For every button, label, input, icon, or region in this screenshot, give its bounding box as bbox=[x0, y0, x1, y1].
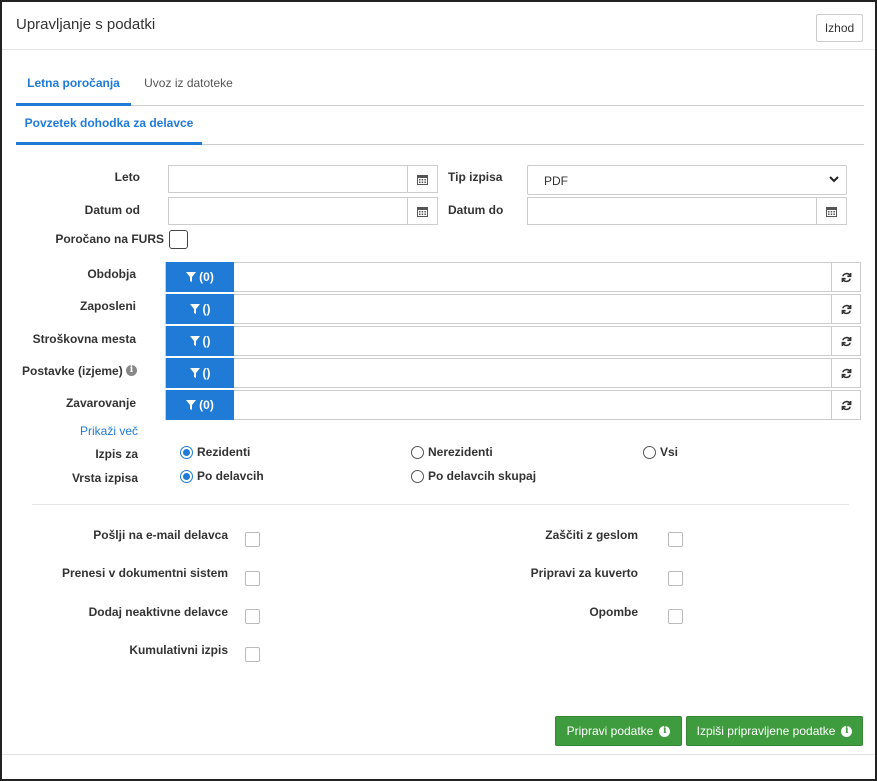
print-prepared-label: Izpiši pripravljene podatke bbox=[696, 724, 836, 738]
radio-all[interactable]: Vsi bbox=[643, 445, 678, 459]
filter-row-cost-centers: () bbox=[165, 326, 861, 356]
filter-icon bbox=[189, 368, 200, 378]
radio-non-residents[interactable]: Nerezidenti bbox=[411, 445, 493, 459]
app-window: Upravljanje s podatki Izhod Letna poroča… bbox=[0, 0, 877, 781]
prepare-data-button[interactable]: Pripravi podatke i bbox=[555, 716, 682, 746]
refresh-icon[interactable] bbox=[831, 359, 860, 387]
page-title: Upravljanje s podatki bbox=[16, 16, 156, 33]
print-for-label: Izpis za bbox=[95, 447, 138, 461]
cumulative-checkbox[interactable] bbox=[245, 647, 260, 662]
radio-per-employee-total[interactable]: Po delavcih skupaj bbox=[411, 469, 536, 483]
transfer-dms-label: Prenesi v dokumentni sistem bbox=[61, 566, 228, 580]
filter-count: (0) bbox=[199, 398, 214, 412]
filter-count: () bbox=[202, 366, 211, 380]
filter-count: () bbox=[202, 302, 211, 316]
tab-annual-reports[interactable]: Letna poročanja bbox=[16, 66, 131, 106]
info-icon: i bbox=[659, 725, 671, 737]
print-type-value: PDF bbox=[544, 174, 568, 188]
cumulative-label: Kumulativni izpis bbox=[129, 643, 228, 657]
divider bbox=[32, 504, 849, 505]
sub-tabs: Povzetek dohodka za delavce bbox=[16, 106, 864, 145]
refresh-icon[interactable] bbox=[831, 391, 860, 419]
filter-label: Postavke (izjeme) bbox=[22, 364, 123, 378]
tab-file-import[interactable]: Uvoz iz datoteke bbox=[131, 66, 246, 106]
filter-button[interactable]: () bbox=[166, 358, 234, 388]
radio-circle bbox=[411, 445, 424, 459]
radio-circle bbox=[411, 469, 424, 483]
password-checkbox[interactable] bbox=[668, 532, 683, 547]
radio-circle bbox=[180, 445, 193, 459]
radio-label: Po delavcih skupaj bbox=[428, 469, 537, 483]
calendar-icon[interactable] bbox=[816, 198, 846, 224]
filter-row-periods: (0) bbox=[165, 262, 861, 292]
filter-icon bbox=[189, 304, 200, 314]
date-to-label: Datum do bbox=[448, 203, 504, 217]
filter-row-insurance: (0) bbox=[165, 390, 861, 420]
filter-label: Stroškovna mesta bbox=[32, 332, 136, 346]
furs-label: Poročano na FURS bbox=[55, 232, 164, 246]
notes-checkbox[interactable] bbox=[668, 609, 683, 624]
tab-income-summary[interactable]: Povzetek dohodka za delavce bbox=[16, 106, 202, 145]
filter-icon bbox=[186, 400, 197, 410]
add-inactive-label: Dodaj neaktivne delavce bbox=[88, 605, 228, 619]
exit-button[interactable]: Izhod bbox=[816, 14, 863, 42]
filter-label: Zavarovanje bbox=[65, 396, 136, 410]
radio-circle bbox=[643, 445, 656, 459]
show-more-link[interactable]: Prikaži več bbox=[80, 424, 138, 438]
refresh-icon[interactable] bbox=[831, 295, 860, 323]
radio-label: Rezidenti bbox=[197, 445, 251, 459]
password-label: Zaščiti z geslom bbox=[545, 528, 638, 542]
date-to-field[interactable] bbox=[527, 197, 847, 225]
calendar-icon[interactable] bbox=[407, 166, 437, 192]
envelope-checkbox[interactable] bbox=[668, 571, 683, 586]
radio-label: Nerezidenti bbox=[428, 445, 493, 459]
footer-divider bbox=[2, 754, 875, 755]
filter-icon bbox=[189, 336, 200, 346]
date-from-field[interactable] bbox=[168, 197, 438, 225]
print-type-select[interactable]: PDF bbox=[527, 165, 847, 195]
furs-checkbox[interactable] bbox=[169, 230, 188, 249]
send-email-label: Pošlji na e-mail delavca bbox=[93, 528, 228, 542]
filter-label: Obdobja bbox=[87, 267, 136, 281]
calendar-icon[interactable] bbox=[407, 198, 437, 224]
filter-row-employees: () bbox=[165, 294, 861, 324]
filter-button[interactable]: () bbox=[166, 326, 234, 356]
radio-label: Po delavcih bbox=[197, 469, 264, 483]
print-prepared-button[interactable]: Izpiši pripravljene podatke i bbox=[686, 716, 863, 746]
info-icon: i bbox=[841, 725, 853, 737]
filter-label: Zaposleni bbox=[79, 299, 136, 313]
envelope-label: Pripravi za kuverto bbox=[530, 566, 638, 580]
radio-per-employee[interactable]: Po delavcih bbox=[180, 469, 264, 483]
chevron-down-icon bbox=[828, 173, 840, 188]
add-inactive-checkbox[interactable] bbox=[245, 609, 260, 624]
send-email-checkbox[interactable] bbox=[245, 532, 260, 547]
filter-button[interactable]: (0) bbox=[166, 390, 234, 420]
radio-residents[interactable]: Rezidenti bbox=[180, 445, 250, 459]
notes-label: Opombe bbox=[589, 605, 638, 619]
date-from-label: Datum od bbox=[84, 203, 140, 217]
refresh-icon[interactable] bbox=[831, 327, 860, 355]
header-bar: Upravljanje s podatki Izhod bbox=[2, 2, 875, 50]
filter-icon bbox=[186, 272, 197, 282]
print-type-label: Tip izpisa bbox=[448, 170, 503, 184]
radio-label: Vsi bbox=[660, 445, 679, 459]
filter-count: (0) bbox=[199, 270, 214, 284]
radio-circle bbox=[180, 469, 193, 483]
transfer-dms-checkbox[interactable] bbox=[245, 571, 260, 586]
filter-row-items: () bbox=[165, 358, 861, 388]
info-icon[interactable]: i bbox=[126, 365, 137, 376]
year-field[interactable] bbox=[168, 165, 438, 193]
print-kind-label: Vrsta izpisa bbox=[71, 471, 138, 485]
refresh-icon[interactable] bbox=[831, 263, 860, 291]
filter-count: () bbox=[202, 334, 211, 348]
filter-button[interactable]: () bbox=[166, 294, 234, 324]
filter-button[interactable]: (0) bbox=[166, 262, 234, 292]
main-tabs: Letna poročanja Uvoz iz datoteke bbox=[16, 66, 864, 106]
year-label: Leto bbox=[114, 170, 140, 184]
prepare-data-label: Pripravi podatke bbox=[566, 724, 654, 738]
